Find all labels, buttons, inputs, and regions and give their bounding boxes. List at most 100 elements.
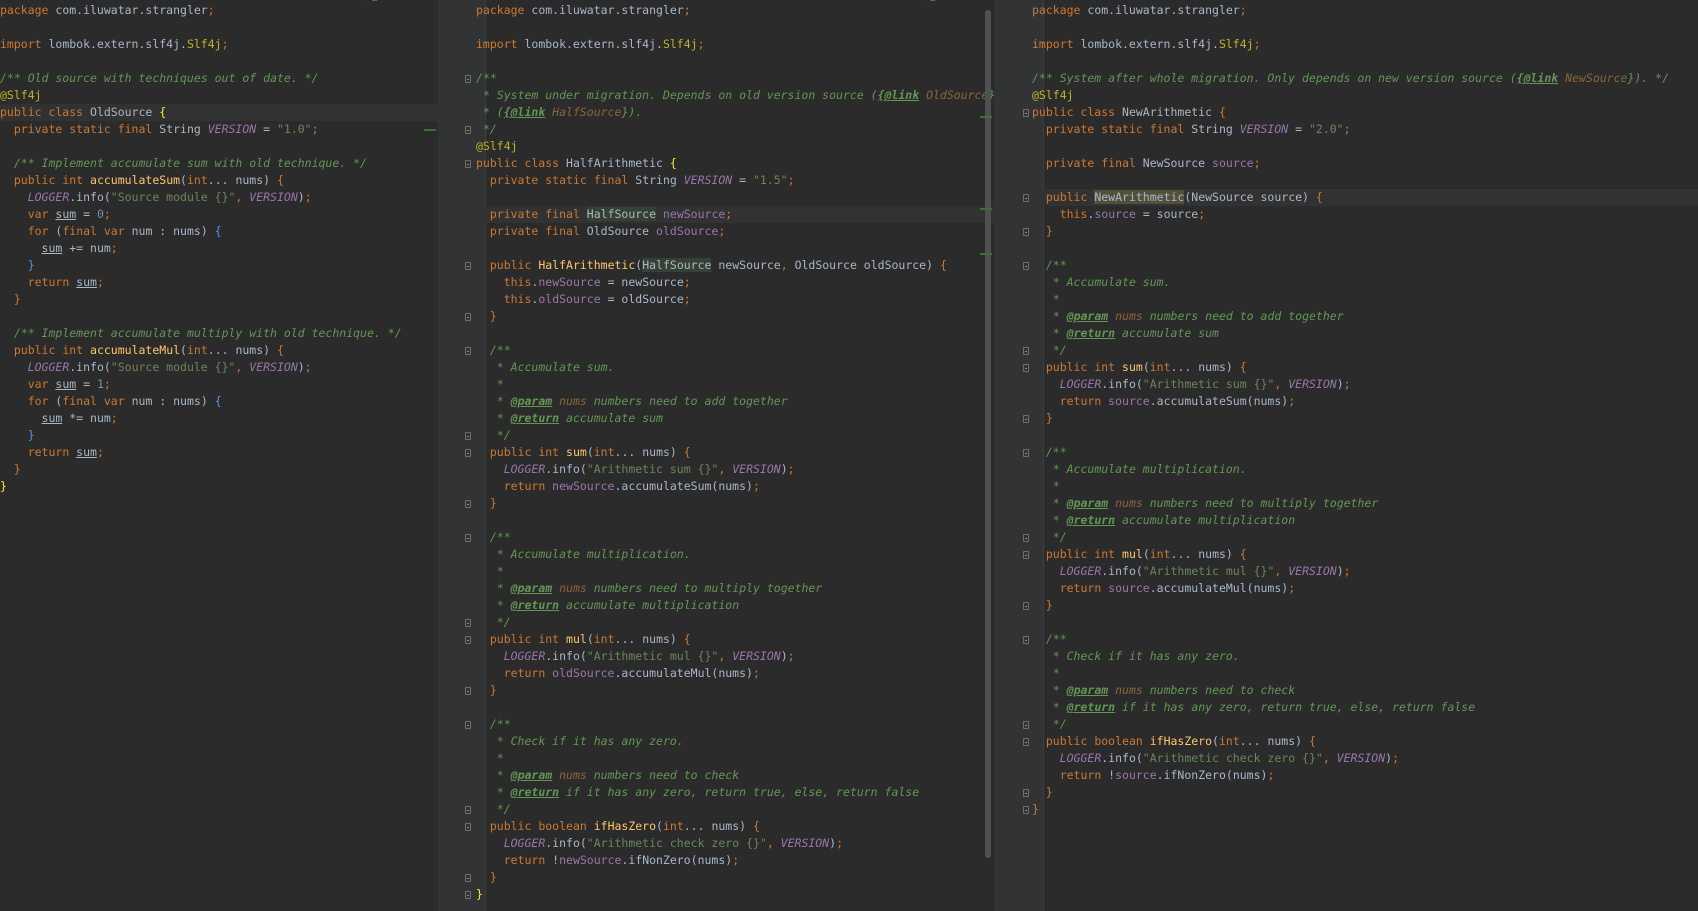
code-line[interactable]: @Slf4j: [1032, 87, 1698, 104]
code-line[interactable]: [476, 19, 994, 36]
code-line[interactable]: /**: [476, 70, 994, 87]
code-line[interactable]: [1032, 614, 1698, 631]
fold-toggle-icon[interactable]: [1023, 551, 1029, 559]
code-line[interactable]: [476, 240, 994, 257]
code-line[interactable]: * System under migration. Depends on old…: [476, 87, 994, 104]
code-line[interactable]: /** Implement accumulate sum with old te…: [0, 155, 438, 172]
code-line[interactable]: return source.accumulateMul(nums);: [1032, 580, 1698, 597]
code-line[interactable]: *: [476, 376, 994, 393]
code-line[interactable]: LOGGER.info("Arithmetic check zero {}", …: [476, 835, 994, 852]
code-line[interactable]: [0, 308, 438, 325]
code-line[interactable]: public int mul(int... nums) {: [476, 631, 994, 648]
fold-toggle-icon[interactable]: [1023, 415, 1029, 423]
code-line[interactable]: LOGGER.info("Source module {}", VERSION)…: [0, 189, 438, 206]
code-line[interactable]: import lombok.extern.slf4j.Slf4j;: [0, 36, 438, 53]
code-line[interactable]: package com.iluwatar.strangler;: [1032, 2, 1698, 19]
code-line[interactable]: package com.iluwatar.strangler;: [0, 2, 438, 19]
code-line[interactable]: for (final var num : nums) {: [0, 393, 438, 410]
code-line[interactable]: public boolean ifHasZero(int... nums) {: [476, 818, 994, 835]
fold-toggle-icon[interactable]: [1023, 738, 1029, 746]
code-line[interactable]: }: [1032, 597, 1698, 614]
code-line[interactable]: public int accumulateMul(int... nums) {: [0, 342, 438, 359]
fold-toggle-icon[interactable]: [465, 874, 471, 882]
code-line[interactable]: private final OldSource oldSource;: [476, 223, 994, 240]
code-line[interactable]: }: [1032, 784, 1698, 801]
code-line[interactable]: public NewArithmetic(NewSource source) {: [1032, 189, 1698, 206]
code-line[interactable]: * @param nums numbers need to check: [476, 767, 994, 784]
code-line[interactable]: import lombok.extern.slf4j.Slf4j;: [1032, 36, 1698, 53]
fold-toggle-icon[interactable]: [1023, 194, 1029, 202]
code-line[interactable]: [1032, 53, 1698, 70]
inspection-widget-icon[interactable]: ⚡2 ⌃: [924, 0, 948, 4]
fold-toggle-icon[interactable]: [465, 806, 471, 814]
code-line[interactable]: * @return accumulate multiplication: [1032, 512, 1698, 529]
code-line[interactable]: [0, 138, 438, 155]
code-line[interactable]: [476, 512, 994, 529]
code-line[interactable]: private final HalfSource newSource;: [476, 206, 994, 223]
code-line[interactable]: /**: [1032, 444, 1698, 461]
code-line[interactable]: [0, 19, 438, 36]
code-line[interactable]: var sum = 0;: [0, 206, 438, 223]
code-line[interactable]: [476, 699, 994, 716]
code-line[interactable]: *: [476, 750, 994, 767]
code-line[interactable]: */: [476, 121, 994, 138]
code-line[interactable]: /**: [476, 716, 994, 733]
code-line[interactable]: return source.accumulateSum(nums);: [1032, 393, 1698, 410]
code-line[interactable]: */: [1032, 529, 1698, 546]
code-line[interactable]: this.source = source;: [1032, 206, 1698, 223]
code-line[interactable]: }: [476, 495, 994, 512]
fold-toggle-icon[interactable]: [1023, 228, 1029, 236]
code-line[interactable]: */: [1032, 342, 1698, 359]
fold-toggle-icon[interactable]: [1023, 534, 1029, 542]
code-line[interactable]: */: [476, 427, 994, 444]
code-line[interactable]: *: [1032, 665, 1698, 682]
code-line[interactable]: LOGGER.info("Source module {}", VERSION)…: [0, 359, 438, 376]
code-line[interactable]: this.oldSource = oldSource;: [476, 291, 994, 308]
code-line[interactable]: }: [476, 869, 994, 886]
code-line[interactable]: * @param nums numbers need to multiply t…: [476, 580, 994, 597]
code-line[interactable]: /** System after whole migration. Only d…: [1032, 70, 1698, 87]
code-line[interactable]: @Slf4j: [476, 138, 994, 155]
code-line[interactable]: public HalfArithmetic(HalfSource newSour…: [476, 257, 994, 274]
fold-toggle-icon[interactable]: [1023, 347, 1029, 355]
fold-toggle-icon[interactable]: [465, 687, 471, 695]
code-line[interactable]: * @return if it has any zero, return tru…: [476, 784, 994, 801]
code-line[interactable]: [1032, 19, 1698, 36]
code-line[interactable]: */: [476, 801, 994, 818]
fold-toggle-icon[interactable]: [1023, 721, 1029, 729]
code-line[interactable]: sum += num;: [0, 240, 438, 257]
code-line[interactable]: * @param nums numbers need to add togeth…: [1032, 308, 1698, 325]
code-line[interactable]: * @return accumulate sum: [1032, 325, 1698, 342]
code-line[interactable]: import lombok.extern.slf4j.Slf4j;: [476, 36, 994, 53]
code-line[interactable]: [0, 53, 438, 70]
code-line[interactable]: * ({@link HalfSource}).: [476, 104, 994, 121]
code-line[interactable]: LOGGER.info("Arithmetic sum {}", VERSION…: [476, 461, 994, 478]
code-line[interactable]: return newSource.accumulateSum(nums);: [476, 478, 994, 495]
fold-toggle-icon[interactable]: [1023, 364, 1029, 372]
code-line[interactable]: * @return accumulate multiplication: [476, 597, 994, 614]
editor-pane-half-arithmetic[interactable]: package com.iluwatar.strangler; import l…: [458, 0, 994, 911]
code-line[interactable]: /**: [1032, 257, 1698, 274]
fold-toggle-icon[interactable]: [465, 500, 471, 508]
fold-toggle-icon[interactable]: [465, 891, 471, 899]
code-line[interactable]: [476, 325, 994, 342]
code-line[interactable]: * Accumulate sum.: [476, 359, 994, 376]
fold-toggle-icon[interactable]: [1023, 602, 1029, 610]
fold-toggle-icon[interactable]: [1023, 109, 1029, 117]
code-line[interactable]: public class HalfArithmetic {: [476, 155, 994, 172]
fold-toggle-icon[interactable]: [465, 823, 471, 831]
code-line[interactable]: }: [0, 478, 438, 495]
vertical-scrollbar[interactable]: [985, 10, 991, 858]
code-line[interactable]: [476, 189, 994, 206]
editor-pane-new-arithmetic[interactable]: package com.iluwatar.strangler; import l…: [1016, 0, 1698, 911]
code-line[interactable]: private static final String VERSION = "2…: [1032, 121, 1698, 138]
pane-divider[interactable]: [438, 0, 458, 911]
code-line[interactable]: }: [476, 308, 994, 325]
code-line[interactable]: return !newSource.ifNonZero(nums);: [476, 852, 994, 869]
code-line[interactable]: public int sum(int... nums) {: [476, 444, 994, 461]
code-line[interactable]: LOGGER.info("Arithmetic sum {}", VERSION…: [1032, 376, 1698, 393]
code-line[interactable]: * @return accumulate sum: [476, 410, 994, 427]
code-line[interactable]: */: [1032, 716, 1698, 733]
code-line[interactable]: }: [1032, 410, 1698, 427]
code-line[interactable]: private static final String VERSION = "1…: [476, 172, 994, 189]
